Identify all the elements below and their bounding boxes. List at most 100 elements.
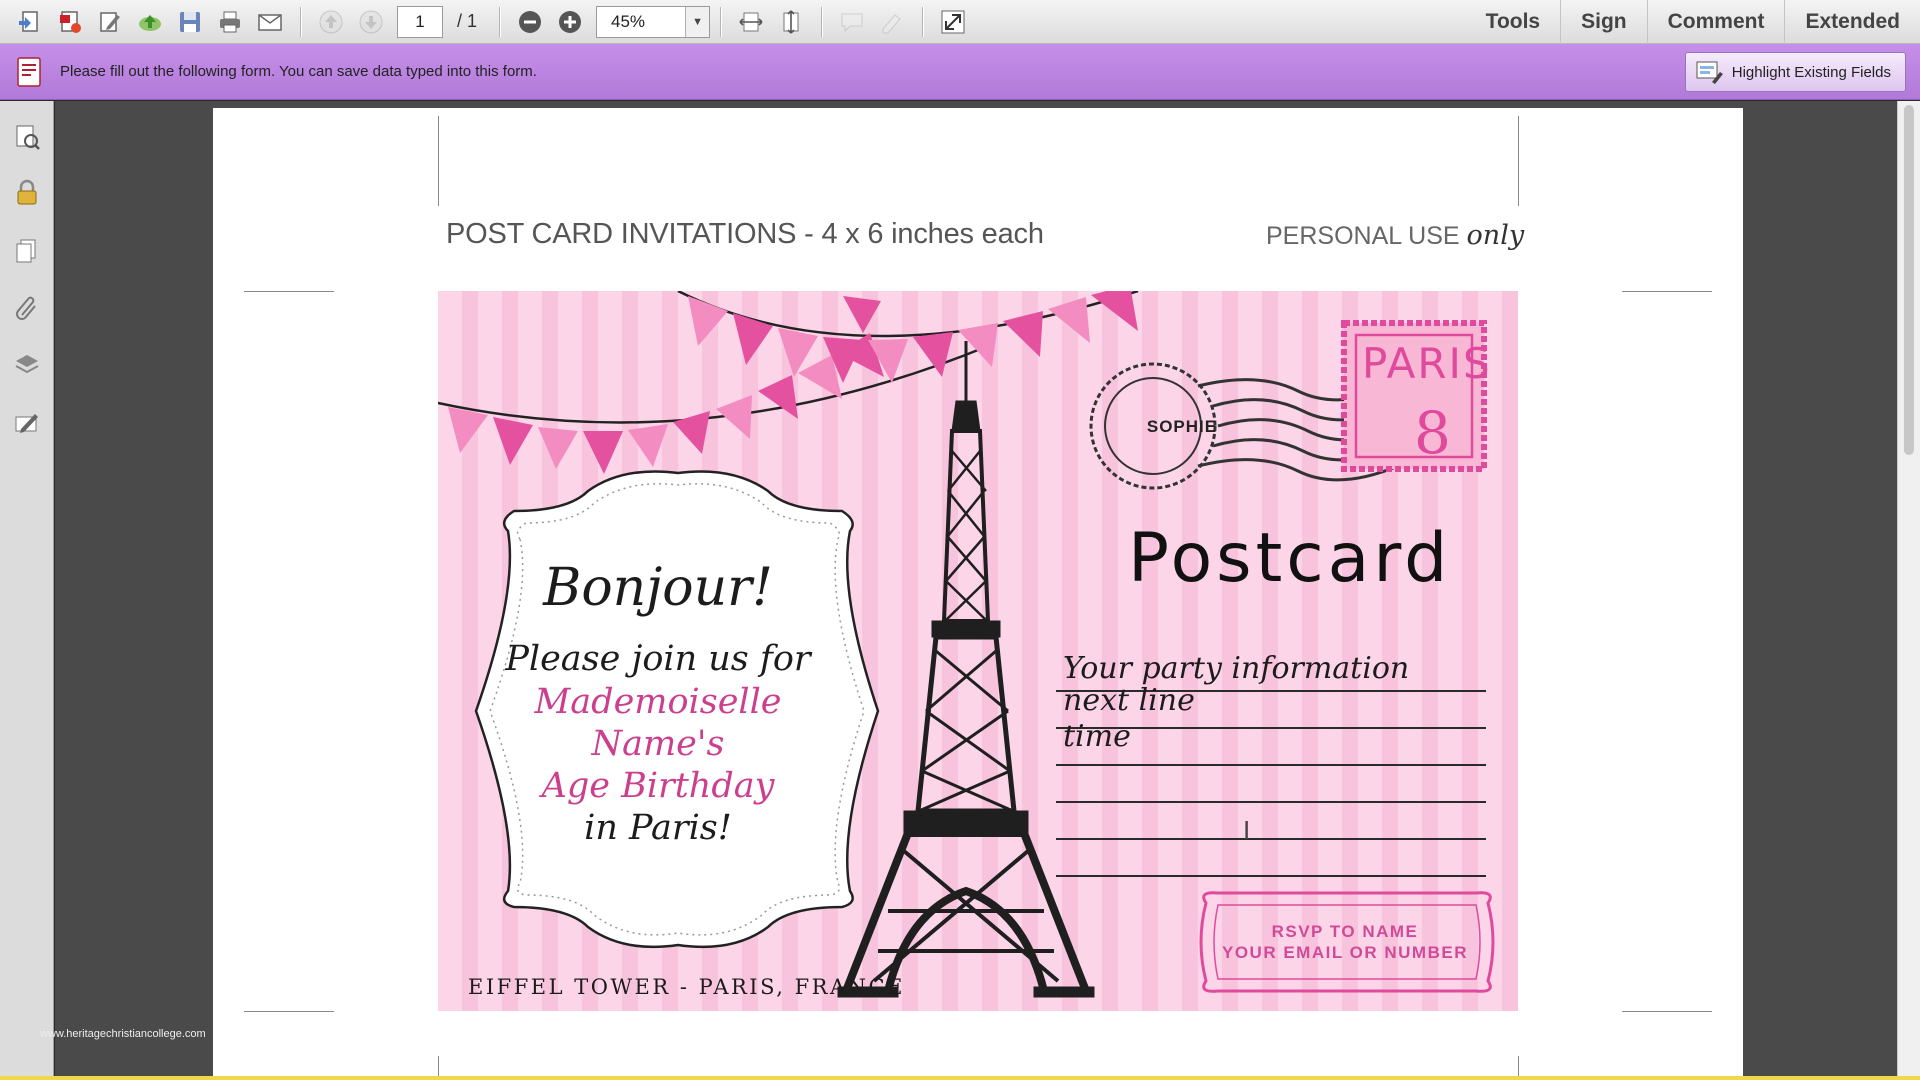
- fit-width-button[interactable]: [731, 4, 771, 40]
- printer-icon: [220, 11, 240, 32]
- party-next-line-field[interactable]: next line: [1063, 683, 1195, 718]
- party-info-field[interactable]: Your party information: [1063, 651, 1409, 686]
- toolbar-separator: [821, 6, 823, 37]
- zoom-controls: 45% ▼: [510, 0, 711, 44]
- crop-mark: [244, 1011, 334, 1012]
- zoom-in-button[interactable]: [550, 4, 590, 40]
- crop-mark: [438, 1056, 439, 1076]
- address-line[interactable]: [1056, 838, 1486, 840]
- invitation-text: Bonjour! Please join us for Mademoiselle…: [488, 553, 828, 849]
- zoom-value: 45%: [611, 11, 646, 31]
- scrollbar-thumb[interactable]: [1904, 105, 1914, 455]
- form-notification-bar: Please fill out the following form. You …: [0, 44, 1920, 100]
- view-tools: [731, 0, 811, 44]
- next-page-button[interactable]: [351, 4, 391, 40]
- page-thumbnails-icon: [16, 125, 40, 150]
- cloud-upload-icon: [139, 14, 161, 31]
- rsvp-field[interactable]: RSVP TO NAME YOUR EMAIL OR NUMBER: [1198, 901, 1492, 983]
- vertical-scrollbar[interactable]: [1897, 101, 1920, 1080]
- rsvp-name-text: RSVP TO NAME: [1271, 922, 1419, 941]
- layers-icon: [15, 355, 39, 374]
- crop-mark: [1518, 116, 1519, 206]
- form-message: Please fill out the following form. You …: [60, 63, 537, 80]
- edit-icon: [100, 11, 120, 32]
- extended-link[interactable]: Extended: [1784, 0, 1920, 44]
- zoom-out-button[interactable]: [510, 4, 550, 40]
- arrow-up-circle-icon: [319, 10, 343, 33]
- highlight-fields-label: Highlight Existing Fields: [1731, 63, 1891, 81]
- rsvp-contact-text: YOUR EMAIL OR NUMBER: [1222, 943, 1468, 962]
- comment-link[interactable]: Comment: [1646, 0, 1785, 44]
- bunting-flags: [448, 291, 1138, 474]
- print-button[interactable]: [210, 4, 250, 40]
- create-pdf-button[interactable]: [10, 4, 50, 40]
- crop-mark: [1622, 291, 1712, 292]
- usage-note: PERSONAL USE only: [1266, 220, 1524, 251]
- crop-mark: [1518, 1056, 1519, 1076]
- address-line[interactable]: [1056, 875, 1486, 877]
- pages-button[interactable]: [11, 235, 43, 267]
- location-line: in Paris!: [584, 808, 732, 848]
- address-line[interactable]: [1056, 801, 1486, 803]
- highlight-text-button[interactable]: [872, 4, 912, 40]
- fit-page-button[interactable]: [771, 4, 811, 40]
- party-time-field[interactable]: time: [1063, 719, 1131, 754]
- postcard-caption: EIFFEL TOWER - PARIS, FRANCE: [468, 975, 905, 999]
- window-border: [0, 1076, 1920, 1080]
- bunting-string: [438, 344, 989, 424]
- pages-icon: [16, 239, 36, 263]
- lock-icon: [17, 179, 37, 205]
- add-comment-button[interactable]: [832, 4, 872, 40]
- full-screen-button[interactable]: [933, 4, 973, 40]
- chevron-down-icon[interactable]: ▼: [685, 6, 710, 37]
- save-button[interactable]: [170, 4, 210, 40]
- layers-button[interactable]: [11, 349, 43, 381]
- guest-title-field[interactable]: Mademoiselle: [488, 681, 828, 723]
- stamp-number: 8: [1414, 399, 1451, 467]
- create-pdf-icon: [19, 10, 38, 32]
- toolbar-separator: [922, 6, 924, 37]
- task-pane-links: Tools Sign Comment Extended: [1466, 0, 1920, 44]
- page-navigation: 1 / 1: [311, 0, 489, 44]
- stamp-city: PARIS: [1362, 339, 1492, 388]
- document-heading: POST CARD INVITATIONS - 4 x 6 inches eac…: [446, 218, 1044, 250]
- convert-pdf-button[interactable]: [50, 4, 90, 40]
- age-birthday-field[interactable]: Age Birthday: [488, 765, 828, 807]
- signatures-button[interactable]: [11, 407, 43, 439]
- toolbar-separator: [300, 6, 301, 37]
- expand-icon: [941, 10, 965, 33]
- edit-document-button[interactable]: [90, 4, 130, 40]
- page-thumbnails-button[interactable]: [11, 121, 43, 153]
- fit-width-icon: [739, 12, 763, 31]
- text-cursor-icon: I: [1243, 815, 1251, 845]
- speech-bubble-icon: [841, 13, 863, 32]
- form-document-icon: [17, 56, 41, 87]
- guest-name-field[interactable]: Name's: [488, 723, 828, 765]
- sign-link[interactable]: Sign: [1560, 0, 1647, 44]
- file-tools: [10, 0, 290, 44]
- page-number-input[interactable]: 1: [397, 5, 443, 38]
- crop-mark: [438, 116, 439, 206]
- greeting-text: Bonjour!: [543, 558, 773, 618]
- highlighter-icon: [882, 13, 901, 33]
- previous-page-button[interactable]: [311, 4, 351, 40]
- toolbar-separator: [499, 6, 501, 37]
- upload-button[interactable]: [130, 4, 170, 40]
- crop-mark: [1622, 1011, 1712, 1012]
- plus-circle-icon: [559, 10, 582, 33]
- postcard-title: Postcard: [1128, 519, 1452, 598]
- arrow-down-circle-icon: [359, 10, 383, 33]
- highlight-fields-button[interactable]: Highlight Existing Fields: [1684, 52, 1906, 92]
- address-line: [1056, 764, 1486, 766]
- toolbar-separator: [720, 6, 722, 37]
- highlight-fields-icon: [1696, 61, 1723, 84]
- attachments-button[interactable]: [11, 291, 43, 323]
- zoom-select[interactable]: 45% ▼: [596, 5, 711, 38]
- postcard-invitation: Bonjour! Please join us for Mademoiselle…: [438, 291, 1518, 1011]
- paperclip-icon: [16, 296, 36, 320]
- watermark-text: www.heritagechristiancollege.com: [40, 1028, 206, 1040]
- envelope-icon: [258, 13, 282, 31]
- tools-link[interactable]: Tools: [1466, 0, 1560, 44]
- security-button[interactable]: [11, 177, 43, 209]
- email-button[interactable]: [250, 4, 290, 40]
